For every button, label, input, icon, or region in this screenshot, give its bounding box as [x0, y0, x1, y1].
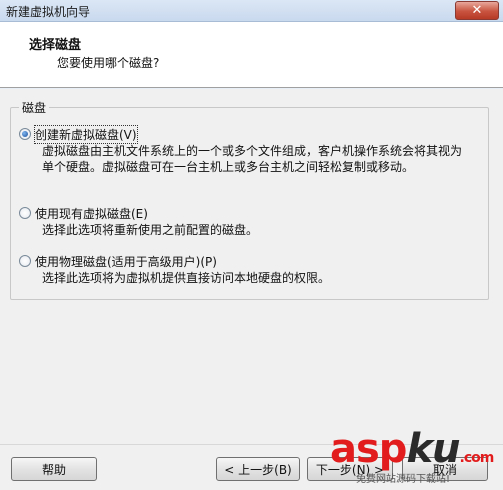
option-use-existing-disk[interactable]: 使用现有虚拟磁盘(E) 选择此选项将重新使用之前配置的磁盘。 [19, 205, 479, 239]
groupbox-legend: 磁盘 [19, 99, 50, 116]
radio-use-physical-disk[interactable] [19, 255, 31, 267]
option-label[interactable]: 使用现有虚拟磁盘(E) [35, 205, 148, 222]
close-button[interactable]: ✕ [455, 1, 499, 20]
cancel-button[interactable]: 取消 [402, 457, 488, 481]
help-button[interactable]: 帮助 [11, 457, 97, 481]
option-create-new-disk[interactable]: 创建新虚拟磁盘(V) 虚拟磁盘由主机文件系统上的一个或多个文件组成，客户机操作系… [19, 125, 479, 176]
close-icon: ✕ [471, 3, 483, 18]
option-label[interactable]: 创建新虚拟磁盘(V) [34, 125, 138, 144]
page-subtitle: 您要使用哪个磁盘? [57, 56, 160, 70]
back-button[interactable]: < 上一步(B) [216, 457, 300, 481]
option-label[interactable]: 使用物理磁盘(适用于高级用户)(P) [35, 253, 217, 270]
page-title: 选择磁盘 [29, 38, 82, 53]
main-panel: 磁盘 创建新虚拟磁盘(V) 虚拟磁盘由主机文件系统上的一个或多个文件组成，客户机… [0, 89, 503, 444]
option-description: 选择此选项将为虚拟机提供直接访问本地硬盘的权限。 [42, 271, 331, 285]
disk-groupbox: 磁盘 创建新虚拟磁盘(V) 虚拟磁盘由主机文件系统上的一个或多个文件组成，客户机… [10, 99, 489, 300]
option-use-physical-disk[interactable]: 使用物理磁盘(适用于高级用户)(P) 选择此选项将为虚拟机提供直接访问本地硬盘的… [19, 253, 479, 287]
button-bar: 帮助 < 上一步(B) 下一步(N) > 取消 [0, 444, 503, 490]
radio-create-new-disk[interactable] [19, 128, 31, 140]
window-title: 新建虚拟机向导 [6, 5, 91, 19]
wizard-header: 选择磁盘 您要使用哪个磁盘? [0, 22, 503, 88]
option-description: 虚拟磁盘由主机文件系统上的一个或多个文件组成，客户机操作系统会将其视为单个硬盘。… [42, 144, 463, 174]
title-bar: 新建虚拟机向导 ✕ [0, 0, 503, 22]
next-button[interactable]: 下一步(N) > [307, 457, 393, 481]
option-description: 选择此选项将重新使用之前配置的磁盘。 [42, 223, 259, 237]
radio-use-existing-disk[interactable] [19, 207, 31, 219]
